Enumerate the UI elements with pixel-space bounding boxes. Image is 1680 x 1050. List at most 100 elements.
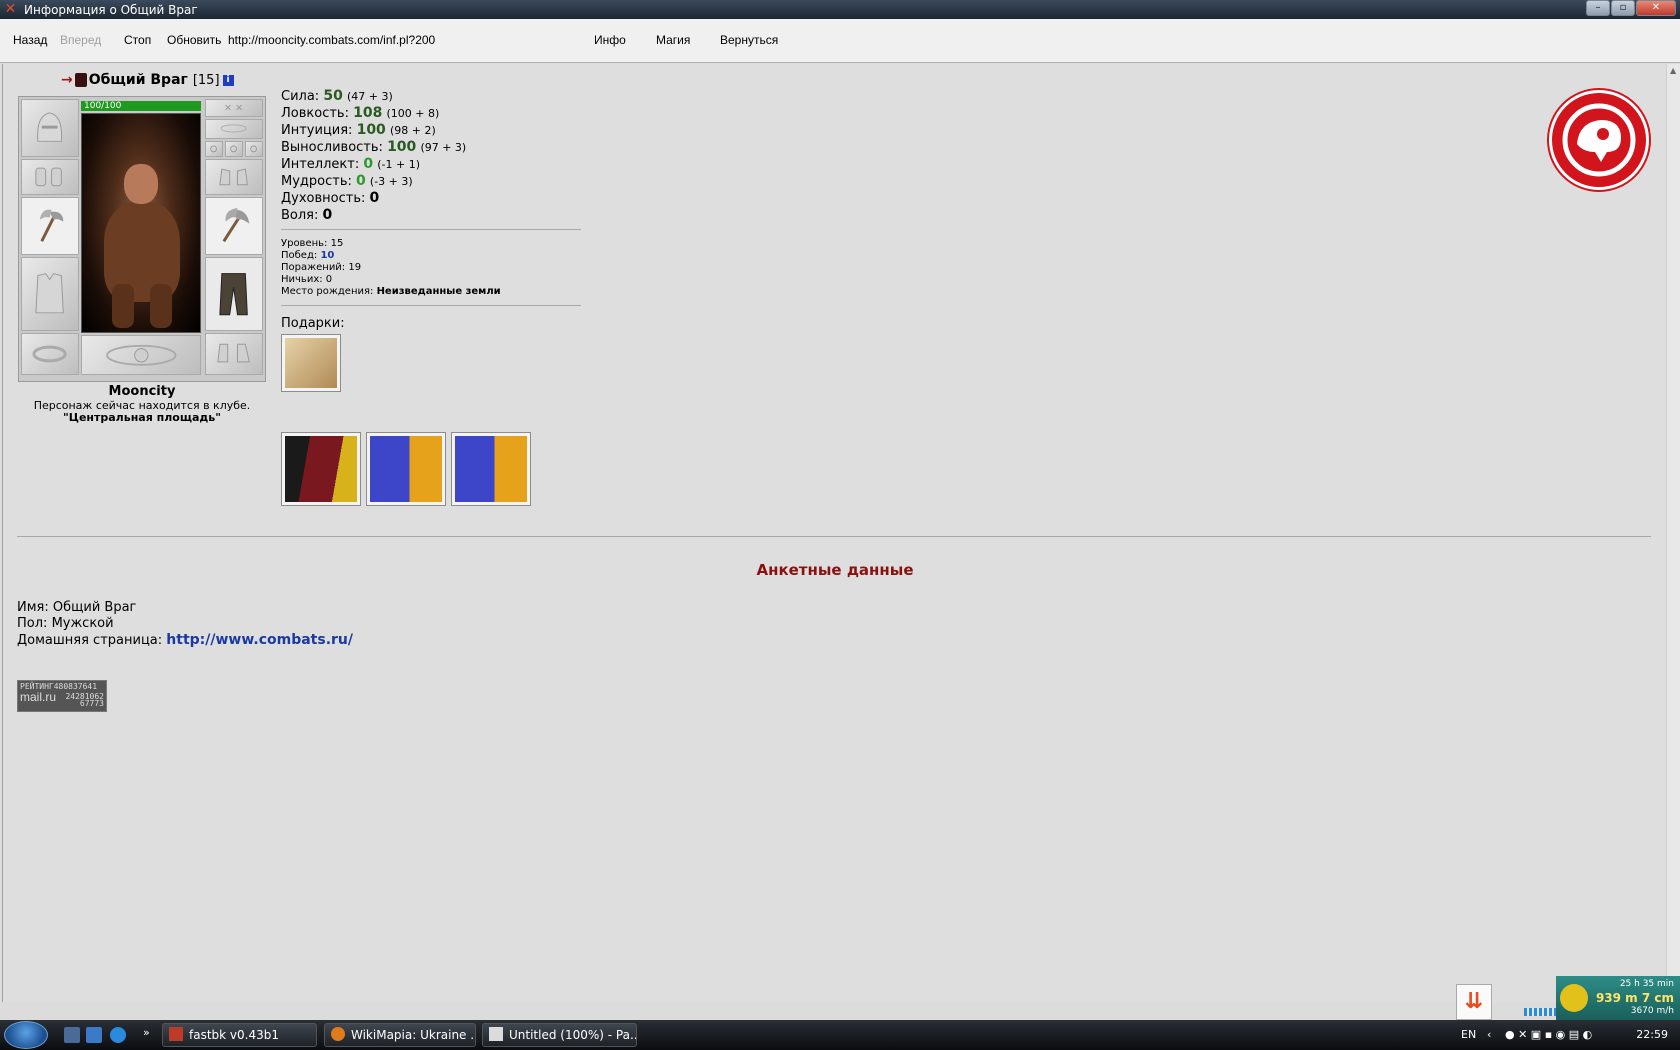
record-value: 15 [330,238,344,249]
record-value: 19 [348,262,362,273]
stat-label: Духовность: [281,191,366,206]
record-label: Место рождения: [281,286,374,297]
scroll-up-icon[interactable]: ▲ [1670,66,1676,75]
gloves-slot[interactable] [205,159,263,195]
double-axe-icon [222,208,250,243]
task-wikimapia[interactable]: WikiMapia: Ukraine ... [324,1023,476,1047]
crossed-swords-icon: ✕ [4,1,17,17]
profile-gender-row: Пол: Мужской [17,616,353,632]
refresh-button[interactable]: Обновить [167,33,221,47]
amulet-slot[interactable] [205,119,263,139]
stat-mod: (47 + 3) [346,90,393,103]
earrings-slot[interactable]: ✕ ✕ [205,99,263,117]
gift-item[interactable] [366,432,446,506]
ring-emblem-slot[interactable] [81,335,201,375]
clock[interactable]: 22:59 [1636,1028,1668,1041]
gift-box-icon [455,436,527,502]
language-indicator[interactable]: EN [1461,1028,1476,1041]
arrow-right-icon[interactable]: → [61,72,73,88]
stat-label: Выносливость: [281,140,383,155]
download-widget[interactable]: ⇊ [1456,984,1492,1020]
character-header: → Общий Враг [15] i [61,72,234,88]
boots-icon [217,343,251,363]
portrait-face [124,164,158,204]
belt-slot[interactable] [21,333,79,375]
ring-slot-3[interactable] [245,141,263,157]
counter-brand: mail.ru [20,690,57,704]
stat-row: Духовность: 0 [281,190,466,207]
stat-value: 100 [356,122,386,138]
return-button[interactable]: Вернуться [720,33,778,47]
profile-homepage-row: Домашняя страница: http://www.combats.ru… [17,632,353,649]
stat-mod: (100 + 8) [386,107,440,120]
helmet-slot[interactable] [21,99,79,157]
close-button[interactable]: ✕ [1636,0,1676,16]
stat-label: Воля: [281,208,319,223]
character-location: Mooncity Персонаж сейчас находится в клу… [18,385,266,424]
ring-slot-1[interactable] [205,141,223,157]
armor-slot[interactable] [21,257,79,331]
stat-mod: (97 + 3) [420,141,467,154]
url-field[interactable]: http://mooncity.combats.com/inf.pl?200 [228,33,435,47]
bracers-slot[interactable] [21,159,79,195]
tray-expand-icon[interactable]: ‹ [1487,1028,1491,1041]
stat-row: Воля: 0 [281,207,466,224]
magic-button[interactable]: Магия [656,33,690,47]
show-desktop-icon[interactable] [64,1027,80,1043]
helmet-icon [37,112,63,143]
profile-title: Анкетные данные [756,561,914,579]
forward-button[interactable]: Вперед [60,33,101,47]
clan-icon[interactable] [74,73,87,87]
bracers-icon [35,167,63,187]
info-button[interactable]: Инфо [594,33,626,47]
section-divider [17,536,1651,537]
stat-mod: (98 + 2) [389,124,436,137]
portrait-leg [150,284,172,328]
more-chevron-icon[interactable]: » [143,1026,150,1039]
page-content: → Общий Враг [15] i 100/100 ✕ ✕ Mooncity… [2,64,1666,1002]
gift-item[interactable] [451,432,531,506]
window-controls: – ▫ ✕ [1586,0,1676,16]
stat-label: Интуиция: [281,123,353,138]
clan-logo[interactable] [1549,90,1649,190]
leggings-slot[interactable] [205,257,263,331]
window-titlebar: ✕ Информация о Общий Враг – ▫ ✕ [0,0,1680,19]
weapon-right-slot[interactable] [205,197,263,255]
tray-apps-icon[interactable]: ● ✕ ▣ ▪ ◉ ▤ ◐ [1505,1028,1592,1041]
start-button[interactable] [4,1021,48,1049]
network-widget[interactable]: 25 h 35 min 939 m 7 cm 3670 m/h [1556,976,1680,1020]
profile-name-row: Имя: Общий Враг [17,600,353,616]
character-name: Общий Враг [88,72,188,88]
maximize-button[interactable]: ▫ [1611,0,1635,16]
earrings-icon: ✕ ✕ [224,103,243,113]
gloves-icon [219,168,249,186]
gift-box-icon [370,436,442,502]
homepage-link[interactable]: http://www.combats.ru/ [166,632,353,648]
switch-windows-icon[interactable] [86,1027,102,1043]
internet-explorer-icon[interactable] [110,1027,126,1043]
vertical-scrollbar[interactable]: ▲ ▼ [1666,64,1680,1002]
task-label: Untitled (100%) - Pa... [509,1028,637,1042]
stat-label: Ловкость: [281,106,349,121]
widget-distance: 939 m 7 cm [1595,991,1674,1005]
stat-value: 108 [353,105,383,121]
stop-button[interactable]: Стоп [124,33,151,47]
info-icon[interactable]: i [222,74,234,86]
weapon-left-slot[interactable] [21,197,79,255]
location-name: "Центральная площадь" [63,411,221,424]
belt-icon [32,345,68,363]
task-fastbk[interactable]: fastbk v0.43b1 [162,1023,317,1047]
boots-slot[interactable] [205,333,263,375]
minimize-button[interactable]: – [1586,0,1610,16]
ring-slot-2[interactable] [225,141,243,157]
stats-list: Сила: 50 (47 + 3) Ловкость: 108 (100 + 8… [281,88,466,224]
character-portrait[interactable] [81,113,201,333]
task-paint[interactable]: Untitled (100%) - Pa... [482,1023,637,1047]
gift-item[interactable] [281,432,361,506]
mailru-counter[interactable]: РЕЙТИНГ480837641 mail.ru 24281062 67773 [17,680,107,712]
stat-label: Интеллект: [281,157,360,172]
profile-value: Мужской [51,616,114,631]
record-value: 0 [325,274,333,285]
gift-item[interactable] [281,334,341,392]
back-button[interactable]: Назад [13,33,47,47]
